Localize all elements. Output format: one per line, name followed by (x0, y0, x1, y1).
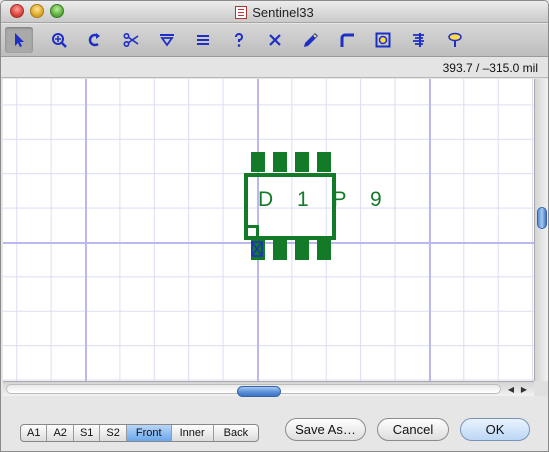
pad-bottom-2[interactable] (273, 240, 287, 260)
layer-front[interactable]: Front (126, 425, 172, 441)
resize-corner (534, 381, 548, 396)
pad-top-1[interactable] (251, 152, 265, 172)
component-label: D 1 P 9 (258, 188, 391, 211)
scroll-right-arrow-icon[interactable]: ▶ (518, 384, 530, 395)
target-icon[interactable] (369, 27, 397, 53)
title-bar: Sentinel33 (1, 1, 548, 23)
horizontal-scrollbar[interactable]: ◀ ▶ (3, 381, 534, 397)
layer-a2[interactable]: A2 (47, 425, 74, 441)
pin1-marker (248, 225, 259, 236)
pin-icon[interactable] (441, 27, 469, 53)
horizontal-scroll-track[interactable] (6, 384, 501, 397)
scroll-left-arrow-icon[interactable]: ◀ (505, 384, 517, 395)
layer-s1[interactable]: S1 (74, 425, 101, 441)
save-as-button[interactable]: Save As… (285, 418, 366, 441)
vertical-scroll-thumb[interactable] (537, 207, 547, 229)
footer-bar: A1 A2 S1 S2 Front Inner Back Save As… Ca… (1, 397, 548, 451)
cursor-coordinates: 393.7 / –315.0 mil (442, 61, 538, 75)
horizontal-scroll-thumb[interactable] (237, 386, 281, 397)
delete-icon[interactable] (261, 27, 289, 53)
layer-a1[interactable]: A1 (21, 425, 48, 441)
layer-inner[interactable]: Inner (172, 425, 214, 441)
cancel-button[interactable]: Cancel (377, 418, 449, 441)
toolbar (1, 24, 548, 57)
select-arrow-icon[interactable] (5, 27, 33, 53)
rotate-icon[interactable] (81, 27, 109, 53)
align-icon[interactable] (405, 27, 433, 53)
pencil-icon[interactable] (297, 27, 325, 53)
equals-icon[interactable] (189, 27, 217, 53)
scissors-icon[interactable] (117, 27, 145, 53)
flip-vertical-icon[interactable] (153, 27, 181, 53)
corner-icon[interactable] (333, 27, 361, 53)
document-icon (235, 6, 248, 19)
layer-selector: A1 A2 S1 S2 Front Inner Back (20, 424, 260, 442)
layer-s2[interactable]: S2 (100, 425, 127, 441)
layout-canvas[interactable]: D 1 P 9 (3, 79, 534, 381)
origin-marker-icon (251, 241, 263, 257)
pad-top-4[interactable] (317, 152, 331, 172)
pad-bottom-3[interactable] (295, 240, 309, 260)
app-window: Sentinel33 393.7 / –315.0 mil D 1 P 9 ◀ … (0, 0, 549, 452)
layer-back[interactable]: Back (214, 425, 258, 441)
window-title-text: Sentinel33 (252, 5, 314, 20)
window-title: Sentinel33 (1, 5, 548, 20)
coordinate-bar: 393.7 / –315.0 mil (1, 58, 548, 78)
ok-button[interactable]: OK (460, 418, 530, 441)
vertical-scrollbar[interactable] (534, 79, 548, 381)
pad-top-3[interactable] (295, 152, 309, 172)
zoom-icon[interactable] (45, 27, 73, 53)
pad-bottom-4[interactable] (317, 240, 331, 260)
help-icon[interactable] (225, 27, 253, 53)
pad-top-2[interactable] (273, 152, 287, 172)
